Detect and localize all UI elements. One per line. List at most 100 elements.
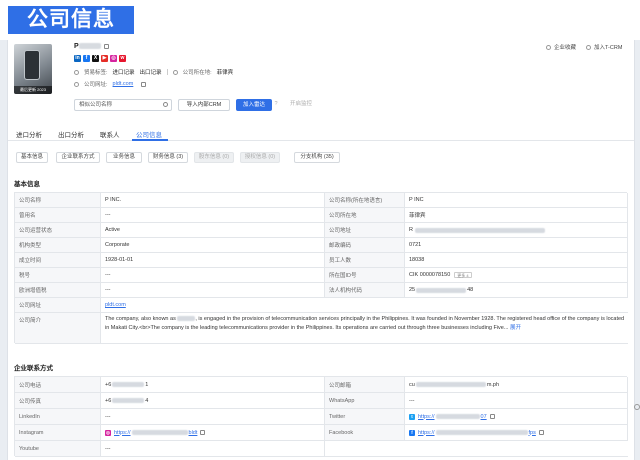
vat-value: --- bbox=[101, 283, 325, 297]
fax-value: +6 4 bbox=[101, 393, 325, 408]
legal-code-value: 25 48 bbox=[405, 283, 628, 297]
twitter-value: t https://07 bbox=[405, 409, 628, 424]
chip-business-info[interactable]: 业务信息 bbox=[106, 152, 142, 163]
copy-icon[interactable] bbox=[103, 43, 109, 49]
copy-icon[interactable] bbox=[538, 430, 544, 435]
field-label: 公司邮箱 bbox=[325, 377, 405, 392]
redacted-text bbox=[416, 287, 467, 293]
company-thumbnail[interactable]: 最后更新 2023 bbox=[14, 44, 52, 94]
similar-company-search[interactable]: 相似公司名称 bbox=[74, 99, 172, 111]
facebook-icon[interactable]: f bbox=[83, 55, 90, 62]
add-radar-label: 加入雷达 bbox=[242, 102, 265, 108]
table-row: 曾用名 --- 公司所在地 菲律宾 bbox=[15, 208, 628, 223]
copy-icon[interactable] bbox=[489, 414, 495, 419]
redacted-text bbox=[414, 227, 545, 233]
field-label: 机构类型 bbox=[15, 238, 101, 252]
twitter-icon: t bbox=[409, 413, 415, 420]
field-label: 法人机构代码 bbox=[325, 283, 405, 297]
redacted-text bbox=[177, 316, 196, 322]
twitter-x-icon[interactable]: X bbox=[92, 55, 99, 62]
website-link[interactable]: pldt.com bbox=[105, 302, 126, 308]
thumbnail-caption: 最后更新 2023 bbox=[14, 86, 52, 94]
instagram-icon[interactable]: ◎ bbox=[110, 55, 117, 62]
field-label: Twitter bbox=[325, 409, 405, 424]
add-crm-button[interactable]: 加入T-CRM bbox=[586, 43, 622, 51]
table-row: 公司名称 P INC. 公司名称(所在地语言) P INC bbox=[15, 193, 628, 208]
copy-icon[interactable] bbox=[200, 430, 206, 435]
field-label: 公司传真 bbox=[15, 393, 101, 408]
table-row: 公司电话 +6 1 公司邮箱 cu m.ph bbox=[15, 377, 628, 393]
company-name-value: P INC. bbox=[101, 193, 325, 207]
contact-info-table: 公司电话 +6 1 公司邮箱 cu m.ph 公司传真 +6 4 WhatsApp -… bbox=[14, 376, 628, 457]
chip-branches[interactable]: 分支机构 (35) bbox=[294, 152, 340, 163]
facebook-icon: f bbox=[409, 429, 415, 436]
national-id-value: CIK 0000078150 更多 4 bbox=[405, 268, 628, 282]
monitor-button[interactable]: 开启监控 bbox=[282, 99, 320, 111]
field-label: 公司所在地 bbox=[325, 208, 405, 222]
chip-contact-info[interactable]: 企业联系方式 bbox=[56, 152, 100, 163]
tax-id-value: --- bbox=[101, 268, 325, 282]
export-record-link[interactable]: 出口记录 bbox=[140, 68, 162, 76]
status-value: Active bbox=[101, 223, 325, 237]
star-icon bbox=[546, 44, 551, 50]
twitter-link[interactable]: https://07 bbox=[418, 414, 487, 420]
country-value: 菲律宾 bbox=[216, 70, 234, 76]
facebook-link[interactable]: https://fps bbox=[418, 430, 536, 436]
tab-import-analysis[interactable]: 进口分析 bbox=[16, 129, 42, 139]
field-label: 公司电话 bbox=[15, 377, 101, 392]
phone-value: +6 1 bbox=[101, 377, 325, 392]
youtube-icon[interactable]: ▶ bbox=[101, 55, 108, 62]
trade-tags-row: 贸易标签: 进口记录 出口记录 公司所在地: 菲律宾 bbox=[74, 68, 233, 76]
import-record-link[interactable]: 进口记录 bbox=[113, 68, 135, 76]
table-row: 机构类型 Corporate 邮政编码 0721 bbox=[15, 238, 628, 253]
social-links: in f X ▶ ◎ w bbox=[74, 55, 126, 62]
more-badge[interactable]: 更多 4 bbox=[454, 272, 472, 278]
search-icon[interactable] bbox=[163, 102, 168, 107]
phone-image bbox=[24, 50, 40, 80]
postal-code-value: 0721 bbox=[405, 238, 628, 252]
email-value: cu m.ph bbox=[405, 377, 628, 392]
add-crm-label: 加入T-CRM bbox=[594, 45, 623, 51]
field-label: 公司简介 bbox=[15, 313, 101, 343]
tab-export-analysis[interactable]: 出口分析 bbox=[58, 129, 84, 139]
active-tab-indicator bbox=[132, 139, 168, 141]
info-icon[interactable]: ? bbox=[272, 99, 280, 111]
table-row: 公司运营状态 Active 公司地址 R bbox=[15, 223, 628, 238]
table-row: 成立时间 1928-01-01 员工人数 18038 bbox=[15, 253, 628, 268]
scroll-to-top-icon[interactable] bbox=[634, 404, 640, 410]
favorite-label: 企业收藏 bbox=[554, 45, 577, 51]
field-label: 员工人数 bbox=[325, 253, 405, 267]
table-row: 公司简介 The company, also known as , is eng… bbox=[15, 313, 628, 344]
favorite-button[interactable]: 企业收藏 bbox=[546, 43, 576, 51]
basic-info-table: 公司名称 P INC. 公司名称(所在地语言) P INC 曾用名 --- 公司… bbox=[14, 192, 628, 344]
chip-financial-info[interactable]: 财务信息 (3) bbox=[148, 152, 188, 163]
tab-company-info[interactable]: 公司信息 bbox=[136, 129, 162, 139]
import-crm-label: 导入内部CRM bbox=[186, 102, 222, 108]
copy-icon[interactable] bbox=[141, 81, 147, 87]
weibo-icon[interactable]: w bbox=[119, 55, 126, 62]
instagram-link[interactable]: https://bldt bbox=[114, 430, 197, 436]
country-label: 公司所在地: bbox=[182, 70, 212, 76]
add-radar-button[interactable]: 加入雷达 bbox=[236, 99, 272, 111]
tab-contacts[interactable]: 联系人 bbox=[100, 129, 120, 139]
import-crm-button[interactable]: 导入内部CRM bbox=[178, 99, 230, 111]
basic-info-title: 基本信息 bbox=[14, 181, 40, 188]
company-card: 最后更新 2023 P in f X ▶ ◎ w 贸易标签: 进口记录 出口记录… bbox=[7, 40, 640, 460]
field-label: 欧洲增值税 bbox=[15, 283, 101, 297]
tag-icon bbox=[74, 69, 79, 75]
table-row: 税号 --- 所在国ID号 CIK 0000078150 更多 4 bbox=[15, 268, 628, 283]
field-label: 公司地址 bbox=[325, 223, 405, 237]
field-label: 公司名称(所在地语言) bbox=[325, 193, 405, 207]
table-row: 欧洲增值税 --- 法人机构代码 25 48 bbox=[15, 283, 628, 298]
facebook-value: f https://fps bbox=[405, 425, 628, 440]
field-label: 税号 bbox=[15, 268, 101, 282]
chip-basic-info[interactable]: 基本信息 bbox=[16, 152, 48, 163]
company-name: P bbox=[74, 43, 109, 50]
field-label: Instagram bbox=[15, 425, 101, 440]
linkedin-icon[interactable]: in bbox=[74, 55, 81, 62]
website-row: 公司网址: pldt.com bbox=[74, 80, 147, 88]
youtube-value: --- bbox=[101, 441, 325, 456]
expand-link[interactable]: 展开 bbox=[510, 325, 521, 331]
website-link[interactable]: pldt.com bbox=[113, 81, 134, 87]
company-name-redacted bbox=[78, 43, 101, 50]
